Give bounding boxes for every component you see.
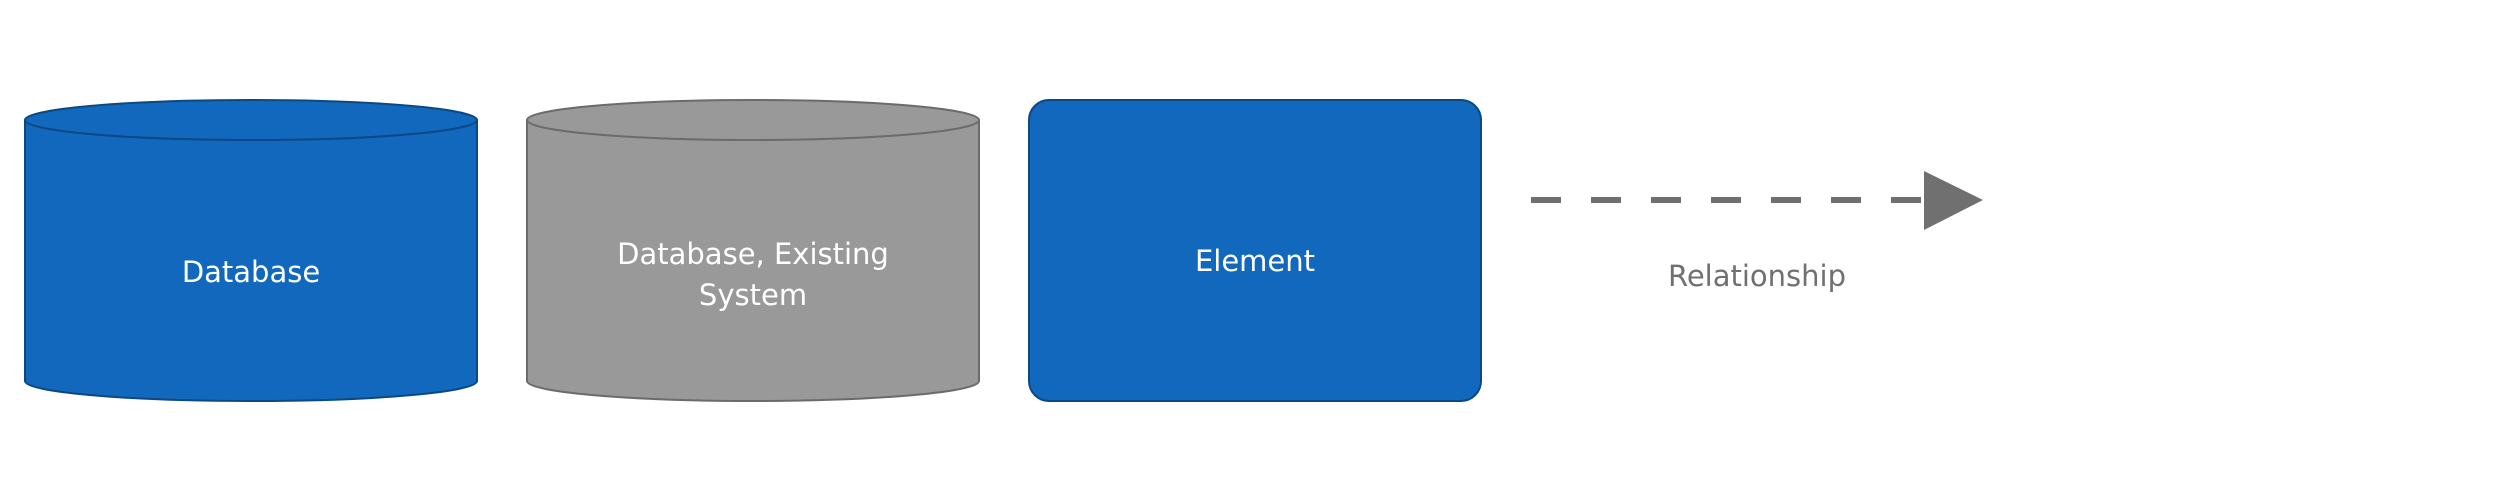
existing-database-label-line-1: Database, Existing (617, 237, 889, 271)
diagram-legend: Database Database, Existing System Eleme… (24, 99, 1983, 402)
existing-database-top (526, 99, 980, 141)
element-label: Element (1195, 244, 1315, 278)
existing-database-label-line-2: System (699, 278, 807, 312)
database-top (24, 99, 478, 141)
relationship-label: Relationship (1668, 259, 1846, 293)
existing-database-shape[interactable]: Database, Existing System (526, 99, 980, 402)
database-label: Database (182, 255, 320, 289)
database-shape[interactable]: Database (24, 99, 478, 402)
element-shape[interactable]: Element (1028, 99, 1482, 402)
relationship-arrowhead-icon (1924, 171, 1983, 230)
relationship-legend[interactable]: Relationship (1531, 171, 1983, 293)
